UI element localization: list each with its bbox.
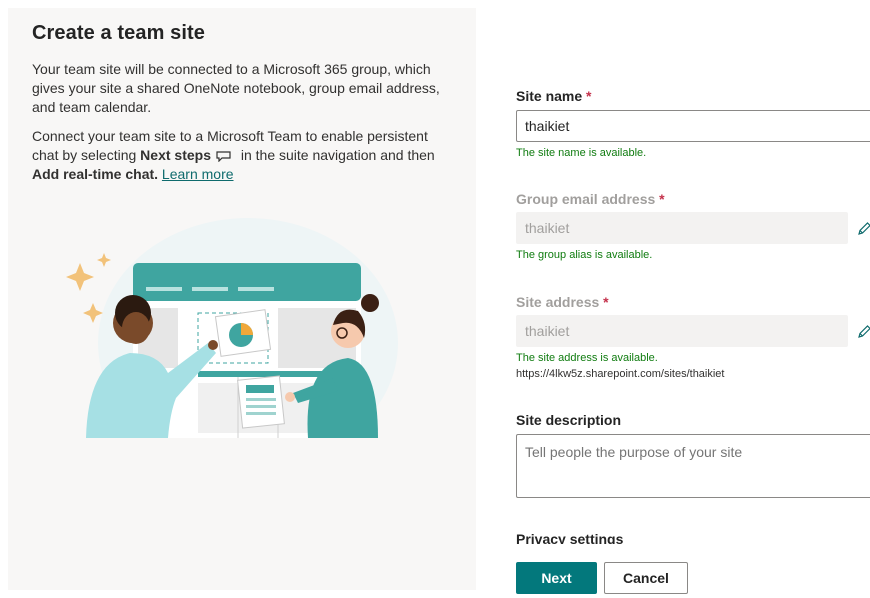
panel-description: Your team site will be connected to a Mi… — [32, 61, 440, 115]
privacy-settings-clip: Privacy settings — [516, 530, 870, 544]
site-address-url: https://4lkw5z.sharepoint.com/sites/thai… — [516, 368, 725, 380]
team-site-illustration — [66, 218, 398, 438]
site-description-label: Site description — [516, 412, 622, 428]
group-email-status: The group alias is available. — [516, 249, 653, 261]
panel-title: Create a team site — [32, 22, 206, 44]
site-address-status: The site address is available. — [516, 352, 658, 364]
site-name-input[interactable] — [516, 110, 870, 142]
privacy-settings-label: Privacy settings — [516, 531, 624, 544]
teams-info-middle: in the suite navigation and then — [236, 147, 435, 163]
site-name-label: Site name * — [516, 88, 591, 104]
site-name-label-text: Site name — [516, 88, 583, 104]
group-email-label: Group email address * — [516, 191, 665, 207]
site-address-label-text: Site address — [516, 294, 600, 310]
site-address-input — [516, 315, 848, 347]
chat-feedback-icon — [216, 151, 231, 163]
group-email-label-text: Group email address — [516, 191, 656, 207]
edit-pencil-icon[interactable] — [856, 324, 870, 340]
info-panel: Create a team site Your team site will b… — [8, 8, 476, 590]
required-marker: * — [659, 191, 665, 207]
panel-teams-info: Connect your team site to a Microsoft Te… — [32, 127, 442, 184]
learn-more-link[interactable]: Learn more — [162, 166, 234, 182]
required-marker: * — [586, 88, 592, 104]
edit-pencil-icon[interactable] — [856, 221, 870, 237]
site-address-label: Site address * — [516, 294, 609, 310]
site-name-status: The site name is available. — [516, 147, 647, 159]
add-chat-text: Add real-time chat. — [32, 166, 159, 182]
site-description-textarea[interactable] — [516, 434, 870, 498]
group-email-input — [516, 212, 848, 244]
next-steps-text: Next steps — [140, 147, 211, 163]
next-button[interactable]: Next — [516, 562, 597, 594]
create-site-form: Site name * The site name is available. … — [516, 0, 870, 598]
required-marker: * — [603, 294, 609, 310]
cancel-button[interactable]: Cancel — [604, 562, 688, 594]
